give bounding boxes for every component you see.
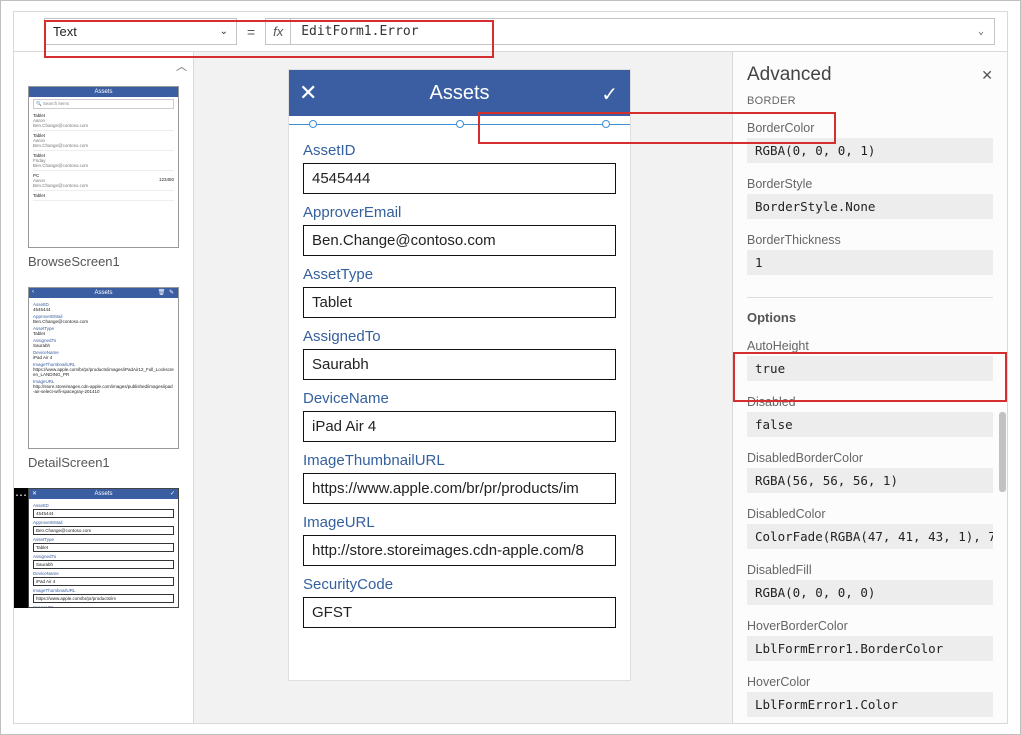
field-label: SecurityCode xyxy=(303,576,616,593)
advanced-panel: Advanced ✕ BORDER BorderColor RGBA(0, 0,… xyxy=(732,52,1007,723)
prop-input[interactable]: false xyxy=(747,412,993,437)
field-input[interactable]: GFST xyxy=(303,597,616,628)
thumb-label: DetailScreen1 xyxy=(28,455,179,470)
fx-icon[interactable]: fx xyxy=(265,18,291,45)
section-header-cutoff: BORDER xyxy=(747,96,993,107)
thumb-title: Assets xyxy=(94,491,112,497)
prop-input[interactable]: true xyxy=(747,356,993,381)
design-canvas[interactable]: ✕ Assets ✓ A AssetID 4545444 App xyxy=(194,52,732,723)
field-label: AssignedTo xyxy=(303,328,616,345)
field-label: AssetType xyxy=(303,266,616,283)
thumbnail-detail[interactable]: ‹ Assets 🗑 ✎ AssetID4545444 ApproverEMai… xyxy=(28,287,179,470)
prop-input[interactable]: ColorFade(RGBA(47, 41, 43, 1), 70%) xyxy=(747,524,993,549)
app-title: Assets xyxy=(429,82,489,105)
prop-label: Disabled xyxy=(747,395,993,409)
prop-label: DisabledColor xyxy=(747,507,993,521)
collapse-thumbnails-icon[interactable]: ︿ xyxy=(176,58,187,74)
chevron-down-icon[interactable]: ⌄ xyxy=(978,26,984,37)
resize-handle[interactable] xyxy=(309,120,317,128)
field-label: ImageURL xyxy=(303,514,616,531)
formula-input[interactable]: EditForm1.Error ⌄ xyxy=(291,18,995,45)
thumb-label: BrowseScreen1 xyxy=(28,254,179,269)
thumb-title: Assets xyxy=(94,290,112,296)
app-header: ✕ Assets ✓ xyxy=(289,70,630,116)
field-label: DeviceName xyxy=(303,390,616,407)
equals-label: = xyxy=(237,12,265,51)
prop-label: DisabledFill xyxy=(747,563,993,577)
prop-input[interactable]: LblFormError1.BorderColor xyxy=(747,636,993,661)
close-icon[interactable]: ✕ xyxy=(981,67,993,84)
panel-title: Advanced xyxy=(747,64,832,86)
prop-input[interactable]: BorderStyle.None xyxy=(747,194,993,219)
formula-text: EditForm1.Error xyxy=(301,24,418,39)
resize-handle[interactable] xyxy=(602,120,610,128)
field-input[interactable]: https://www.apple.com/br/pr/products/im xyxy=(303,473,616,504)
thumbnail-edit[interactable]: ⋯ ✕ Assets ✓ AssetID4545444 ApproverEMai… xyxy=(14,488,193,608)
prop-input[interactable]: 1 xyxy=(747,250,993,275)
field-input[interactable]: Tablet xyxy=(303,287,616,318)
thumb-title: Assets xyxy=(94,89,112,95)
prop-label: AutoHeight xyxy=(747,339,993,353)
scrollbar[interactable] xyxy=(998,122,1006,713)
check-icon[interactable]: ✓ xyxy=(601,82,618,107)
property-selector-label: Text xyxy=(53,24,77,39)
prop-input[interactable]: LblFormError1.Color xyxy=(747,692,993,717)
scrollbar-thumb[interactable] xyxy=(999,412,1006,492)
selected-error-label[interactable]: A xyxy=(289,116,630,134)
prop-label: BorderThickness xyxy=(747,233,993,247)
prop-input[interactable]: RGBA(56, 56, 56, 1) xyxy=(747,468,993,493)
field-input[interactable]: Ben.Change@contoso.com xyxy=(303,225,616,256)
app-preview: ✕ Assets ✓ A AssetID 4545444 App xyxy=(289,70,630,680)
thumbnail-menu-icon[interactable]: ⋯ xyxy=(14,488,28,608)
thumbnail-browse[interactable]: Assets 🔍 Search items TabletAaronBen.Cha… xyxy=(28,86,179,269)
field-label: ApproverEmail xyxy=(303,204,616,221)
field-input[interactable]: http://store.storeimages.cdn-apple.com/8 xyxy=(303,535,616,566)
field-label: ImageThumbnailURL xyxy=(303,452,616,469)
section-header: Options xyxy=(747,297,993,325)
prop-label: BorderStyle xyxy=(747,177,993,191)
resize-handle[interactable] xyxy=(456,120,464,128)
field-label: AssetID xyxy=(303,142,616,159)
property-selector[interactable]: Text ⌄ xyxy=(44,18,237,45)
close-icon[interactable]: ✕ xyxy=(299,80,317,106)
screen-thumbnails: ︿ Assets 🔍 Search items TabletAaronBen.C… xyxy=(14,52,194,723)
prop-label: DisabledBorderColor xyxy=(747,451,993,465)
edit-form: AssetID 4545444 ApproverEmail Ben.Change… xyxy=(289,134,630,628)
field-input[interactable]: 4545444 xyxy=(303,163,616,194)
chevron-down-icon: ⌄ xyxy=(220,26,228,37)
field-input[interactable]: iPad Air 4 xyxy=(303,411,616,442)
prop-label: HoverBorderColor xyxy=(747,619,993,633)
prop-label: HoverColor xyxy=(747,675,993,689)
field-input[interactable]: Saurabh xyxy=(303,349,616,380)
prop-input[interactable]: RGBA(0, 0, 0, 0) xyxy=(747,580,993,605)
prop-input[interactable]: RGBA(0, 0, 0, 1) xyxy=(747,138,993,163)
formula-bar: Text ⌄ = fx EditForm1.Error ⌄ xyxy=(14,12,1007,52)
prop-label: BorderColor xyxy=(747,121,993,135)
